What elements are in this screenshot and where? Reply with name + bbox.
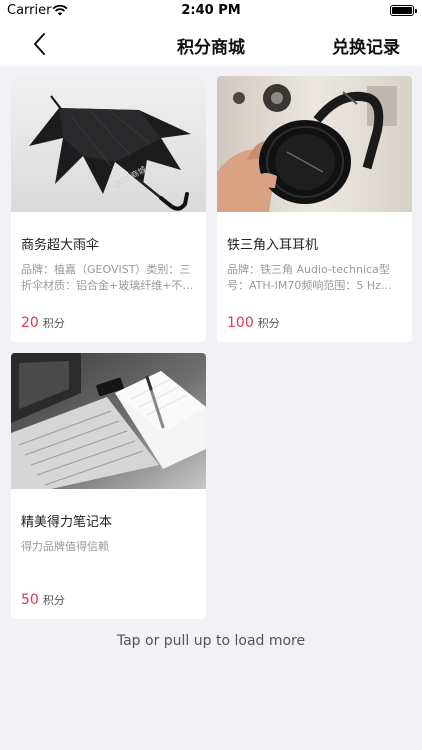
battery-icon: [390, 5, 417, 16]
points-unit: 积分: [257, 317, 280, 330]
laptop-notebook-image: [11, 353, 206, 489]
product-price: 100 积分: [227, 315, 280, 331]
exchange-records-button[interactable]: 兑换记录: [332, 33, 400, 58]
product-card-notebook[interactable]: 精美得力笔记本 得力品牌值得信赖 50 积分: [11, 353, 206, 619]
status-bar: Carrier 2:40 PM: [0, 0, 422, 22]
points-unit: 积分: [42, 317, 65, 330]
nav-bar: 积分商城 兑换记录: [0, 22, 422, 66]
product-name: 铁三角入耳耳机: [227, 238, 319, 253]
points-value: 50: [21, 592, 39, 608]
status-time: 2:40 PM: [181, 3, 241, 18]
product-price: 20 积分: [21, 315, 65, 331]
headphones-image: [217, 76, 412, 212]
product-card-umbrella[interactable]: QCC 商城 商务超大雨伞 品牌：植嘉（GEOVIST）类别：三折伞材质：铝合金…: [11, 76, 206, 342]
product-price: 50 积分: [21, 592, 65, 608]
back-chevron-icon[interactable]: [26, 30, 54, 58]
umbrella-image: QCC 商城: [11, 76, 206, 212]
product-description: 得力品牌值得信赖: [21, 540, 109, 553]
product-name: 精美得力笔记本: [21, 515, 113, 530]
points-unit: 积分: [42, 594, 65, 607]
product-card-headphones[interactable]: 铁三角入耳耳机 品牌：铁三角 Audio-technica型号：ATH-IM70…: [217, 76, 412, 342]
points-value: 20: [21, 315, 39, 331]
product-description: 品牌：植嘉（GEOVIST）类别：三折伞材质：铝合金+玻璃纤维+不…: [21, 263, 194, 292]
product-description: 品牌：铁三角 Audio-technica型号：ATH-IM70频响范围：5 H…: [227, 263, 392, 292]
load-more-footer[interactable]: Tap or pull up to load more: [0, 633, 422, 649]
points-value: 100: [227, 315, 254, 331]
product-name: 商务超大雨伞: [21, 238, 100, 253]
